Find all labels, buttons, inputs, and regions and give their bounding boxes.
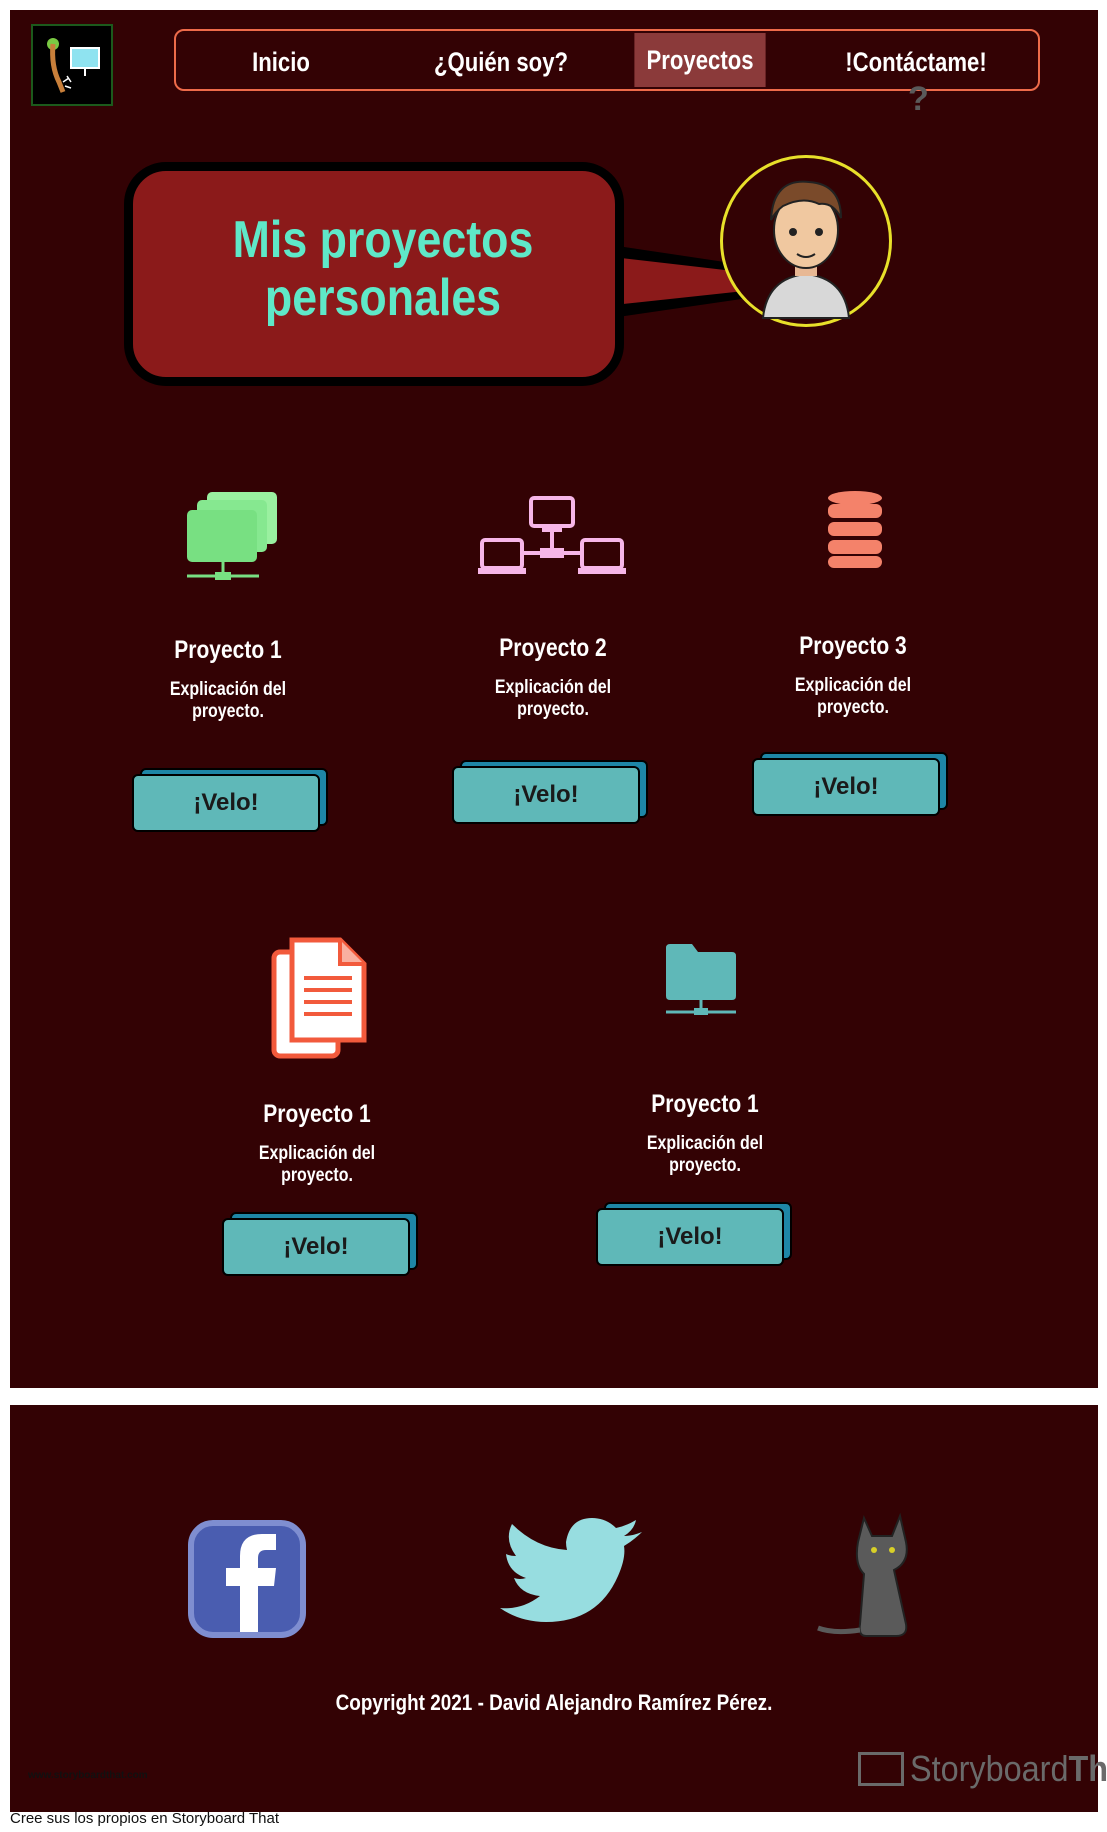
database-icon bbox=[828, 491, 882, 568]
twitter-icon[interactable] bbox=[500, 1516, 646, 1636]
speech-bubble: Mis proyectos personales bbox=[124, 162, 624, 386]
project-description: Explicación del proyecto. bbox=[646, 1133, 764, 1176]
storyboard-url[interactable]: www.storyboardthat.com bbox=[28, 1770, 148, 1781]
nav-inicio[interactable]: Inicio bbox=[228, 39, 335, 85]
site-logo[interactable] bbox=[31, 24, 113, 106]
nav-contactame[interactable]: !Contáctame! bbox=[834, 39, 998, 85]
nav-proyectos[interactable]: Proyectos bbox=[634, 33, 766, 87]
project-card: Proyecto 3 Explicación del proyecto. bbox=[728, 632, 978, 719]
nav-quien-soy[interactable]: ¿Quién soy? bbox=[423, 39, 579, 85]
project-card: Proyecto 1 Explicación del proyecto. bbox=[103, 636, 353, 723]
storyboard-logo-icon bbox=[858, 1752, 904, 1786]
documents-icon bbox=[271, 937, 367, 1059]
velo-button[interactable]: ¡Velo! bbox=[752, 752, 950, 816]
facebook-icon[interactable] bbox=[188, 1520, 306, 1638]
footer-note[interactable]: Cree sus los propios en Storyboard That bbox=[10, 1810, 279, 1827]
computer-logo-icon bbox=[47, 38, 100, 93]
velo-button[interactable]: ¡Velo! bbox=[452, 760, 650, 824]
velo-button[interactable]: ¡Velo! bbox=[132, 768, 330, 832]
velo-button-label[interactable]: ¡Velo! bbox=[596, 1208, 784, 1266]
cat-icon[interactable] bbox=[814, 1512, 924, 1640]
project-title: Proyecto 2 bbox=[499, 634, 607, 662]
question-mark-icon: ? bbox=[908, 80, 929, 118]
project-description: Explicación del proyecto. bbox=[258, 1143, 376, 1186]
velo-button[interactable]: ¡Velo! bbox=[596, 1202, 794, 1266]
velo-button-label[interactable]: ¡Velo! bbox=[452, 766, 640, 824]
folders-network-icon bbox=[187, 492, 277, 580]
project-title: Proyecto 1 bbox=[651, 1090, 759, 1118]
project-description: Explicación del proyecto. bbox=[794, 675, 912, 718]
project-title: Proyecto 1 bbox=[174, 636, 282, 664]
page-title: Mis proyectos personales bbox=[168, 211, 598, 327]
network-icon bbox=[478, 496, 626, 574]
project-card: Proyecto 2 Explicación del proyecto. bbox=[428, 634, 678, 721]
project-description: Explicación del proyecto. bbox=[494, 677, 612, 720]
project-title: Proyecto 3 bbox=[799, 632, 907, 660]
project-card: Proyecto 1 Explicación del proyecto. bbox=[580, 1090, 830, 1177]
velo-button[interactable]: ¡Velo! bbox=[222, 1212, 420, 1276]
velo-button-label[interactable]: ¡Velo! bbox=[222, 1218, 410, 1276]
velo-button-label[interactable]: ¡Velo! bbox=[132, 774, 320, 832]
page-title-line1: Mis proyectos bbox=[232, 211, 534, 269]
velo-button-label[interactable]: ¡Velo! bbox=[752, 758, 940, 816]
copyright-text: Copyright 2021 - David Alejandro Ramírez… bbox=[335, 1690, 773, 1715]
hero-bubble: Mis proyectos personales bbox=[124, 162, 859, 392]
project-title: Proyecto 1 bbox=[263, 1100, 371, 1128]
avatar bbox=[720, 155, 892, 327]
project-description: Explicación del proyecto. bbox=[169, 679, 287, 722]
page-title-line2: personales bbox=[264, 269, 502, 327]
folder-network-icon bbox=[666, 944, 736, 1015]
person-avatar-icon bbox=[761, 180, 851, 319]
project-card: Proyecto 1 Explicación del proyecto. bbox=[192, 1100, 442, 1187]
storyboard-brand: StoryboardThat bbox=[910, 1748, 1107, 1789]
